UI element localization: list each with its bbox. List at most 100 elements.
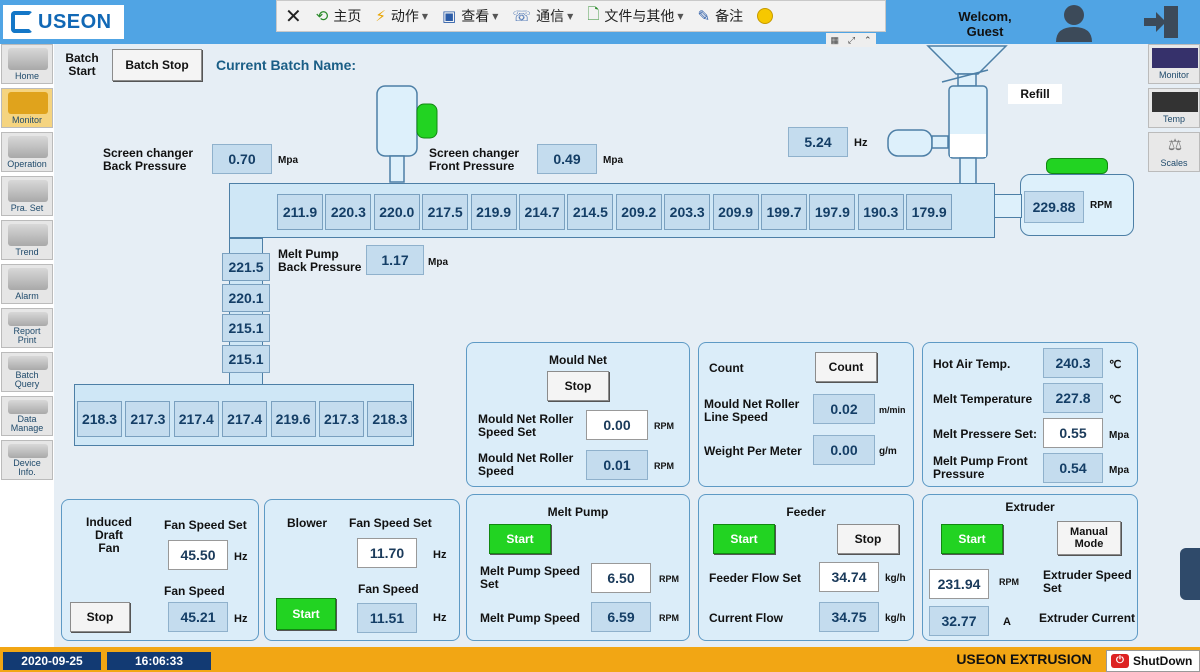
main-motor-status-indicator [1046,158,1108,174]
die-zone-temp: 217.3 [125,401,171,437]
barrel-zone-temp: 203.3 [664,194,711,230]
sidebar-item-operation[interactable]: Operation [1,132,53,172]
roller-speed-set-input[interactable]: 0.00 [586,410,648,440]
grid-icon[interactable]: ▦ [830,35,839,46]
line-speed-unit: m/min [879,405,906,415]
melt-front-pressure-value: 0.54 [1043,453,1103,483]
blower-set-input[interactable]: 11.70 [357,538,417,568]
melt-pressure-set-label: Melt Pressere Set: [933,427,1038,441]
feeder-stop-button[interactable]: Stop [837,524,899,554]
chevron-down-icon: ▼ [567,11,574,21]
sidebar-item-monitor[interactable]: Monitor [1,88,53,128]
toolbar-view[interactable]: ▣ 查看 ▼ [442,6,498,26]
blower-start-button[interactable]: Start [276,598,336,630]
feeder-current-flow-label: Current Flow [709,611,783,625]
die-zone-temp: 218.3 [367,401,413,437]
batch-stop-button[interactable]: Batch Stop [112,49,202,81]
induced-fan-speed-value: 45.21 [168,602,228,632]
extruder-manual-mode-button[interactable]: Manual Mode [1057,521,1121,555]
mould-net-stop-button[interactable]: Stop [547,371,609,401]
batch-start-label[interactable]: Batch Start [60,52,104,78]
sidebar-item-device-info[interactable]: Device Info. [1,440,53,480]
feeder-start-button[interactable]: Start [713,524,775,554]
right-item-label: Monitor [1158,70,1189,80]
welcome-label: Welcom, [958,9,1012,24]
barrel-zone-temp: 220.0 [373,194,420,230]
melt-front-pressure-label: Melt Pump Front Pressure [933,454,1028,481]
melt-pressure-set-unit: Mpa [1109,430,1129,441]
roller-speed-value: 0.01 [586,450,648,480]
sidebar-item-alarm[interactable]: Alarm [1,264,53,304]
sidebar-item-home[interactable]: Home [1,44,53,84]
screen-back-pressure-unit: Mpa [278,155,298,166]
melt-temp-unit: ℃ [1109,394,1122,406]
current-batch-name-label: Current Batch Name: [216,57,357,73]
melt-back-pressure-value: 1.17 [366,245,424,275]
lightning-icon: ⚡ [375,7,386,25]
toolbar-label: 文件与其他 [604,9,675,25]
toolbar-label: 备注 [715,9,744,25]
barrel-zone-temp: 211.9 [277,194,323,230]
induced-fan-stop-button[interactable]: Stop [70,602,130,632]
screen-front-pressure-label: Screen changer Front Pressure [429,146,520,173]
feeder-flow-set-input[interactable]: 34.74 [819,562,879,592]
operation-icon [8,136,48,158]
induced-draft-fan-panel: Induced Draft Fan Fan Speed Set 45.50 Hz… [61,499,259,641]
sidebar-item-label: Batch Query [14,370,40,389]
hot-air-temp-unit: ℃ [1109,359,1122,371]
sidebar-item-report-print[interactable]: Report Print [1,308,53,348]
barrel-zone-temp: 217.5 [422,194,469,230]
monitor-icon [1152,48,1198,68]
melt-pump-speed-set-input[interactable]: 6.50 [591,563,651,593]
file-icon: 🗋 [587,4,600,23]
logout-icon[interactable] [1140,2,1182,42]
induced-fan-set-input[interactable]: 45.50 [168,540,228,570]
right-item-temp[interactable]: Temp [1148,88,1200,128]
sidebar-item-trend[interactable]: Trend [1,220,53,260]
chevron-up-icon[interactable]: ⌃ [864,35,872,46]
die-zone-temp: 217.4 [173,401,219,437]
home-icon: ⟲ [315,7,329,25]
fit-icon[interactable]: ⤢ [848,35,855,46]
melt-pressure-set-input[interactable]: 0.55 [1043,418,1103,448]
extruder-start-button[interactable]: Start [941,524,1003,554]
feeder-motor-graphic [887,129,949,157]
sidebar-item-label: Pra. Set [10,203,44,213]
count-button[interactable]: Count [815,352,877,382]
blower-speed-unit: Hz [433,612,447,624]
welcome-text: Welcom, Guest [944,9,1026,39]
toolbar-action[interactable]: ⚡ 动作 ▼ [375,6,428,26]
extruder-speed-set-input[interactable]: 231.94 [929,569,989,599]
shutdown-button[interactable]: ⏻ ShutDown [1106,650,1200,672]
right-sidebar: Monitor Temp ⚖ Scales [1147,44,1200,172]
sidebar-item-label: Operation [7,159,47,169]
barrel-zone-temp: 190.3 [857,194,904,230]
melt-pump-start-button[interactable]: Start [489,524,551,554]
sidebar-item-label: Home [14,71,39,81]
sidebar-item-batch-query[interactable]: Batch Query [1,352,53,392]
barrel-zone-temp: 179.9 [906,194,953,230]
close-icon[interactable]: ✕ [285,4,302,28]
toolbar-mini-controls[interactable]: ▦ ⤢ ⌃ [826,33,876,47]
toolbar-home[interactable]: ⟲ 主页 [316,6,362,26]
melt-pump-speed-set-unit: RPM [659,574,679,584]
smiley-icon[interactable] [757,8,774,24]
right-item-scales[interactable]: ⚖ Scales [1148,132,1200,172]
barrel-zone-temp: 209.9 [712,194,759,230]
toolbar-file[interactable]: 🗋 文件与其他 ▼ [587,4,683,29]
right-item-monitor[interactable]: Monitor [1148,44,1200,84]
toolbar-comm[interactable]: ☏ 通信 ▼ [512,6,573,26]
query-icon [8,356,48,370]
toolbar-note[interactable]: ✎ 备注 [698,6,744,26]
blower-speed-value: 11.51 [357,603,417,633]
feeder-current-flow-value: 34.75 [819,602,879,632]
footer-brand: USEON EXTRUSION [956,651,1092,667]
sidebar-item-pra-set[interactable]: Pra. Set [1,176,53,216]
feeder-current-flow-unit: kg/h [885,613,906,624]
monitor-icon [8,92,48,114]
blower-panel: Blower Fan Speed Set 11.70 Hz Fan Speed … [264,499,460,641]
sidebar-item-data-manage[interactable]: Data Manage [1,396,53,436]
side-drawer-handle[interactable] [1180,548,1200,600]
weight-per-meter-unit: g/m [879,446,897,457]
user-avatar-icon[interactable] [1052,2,1096,42]
